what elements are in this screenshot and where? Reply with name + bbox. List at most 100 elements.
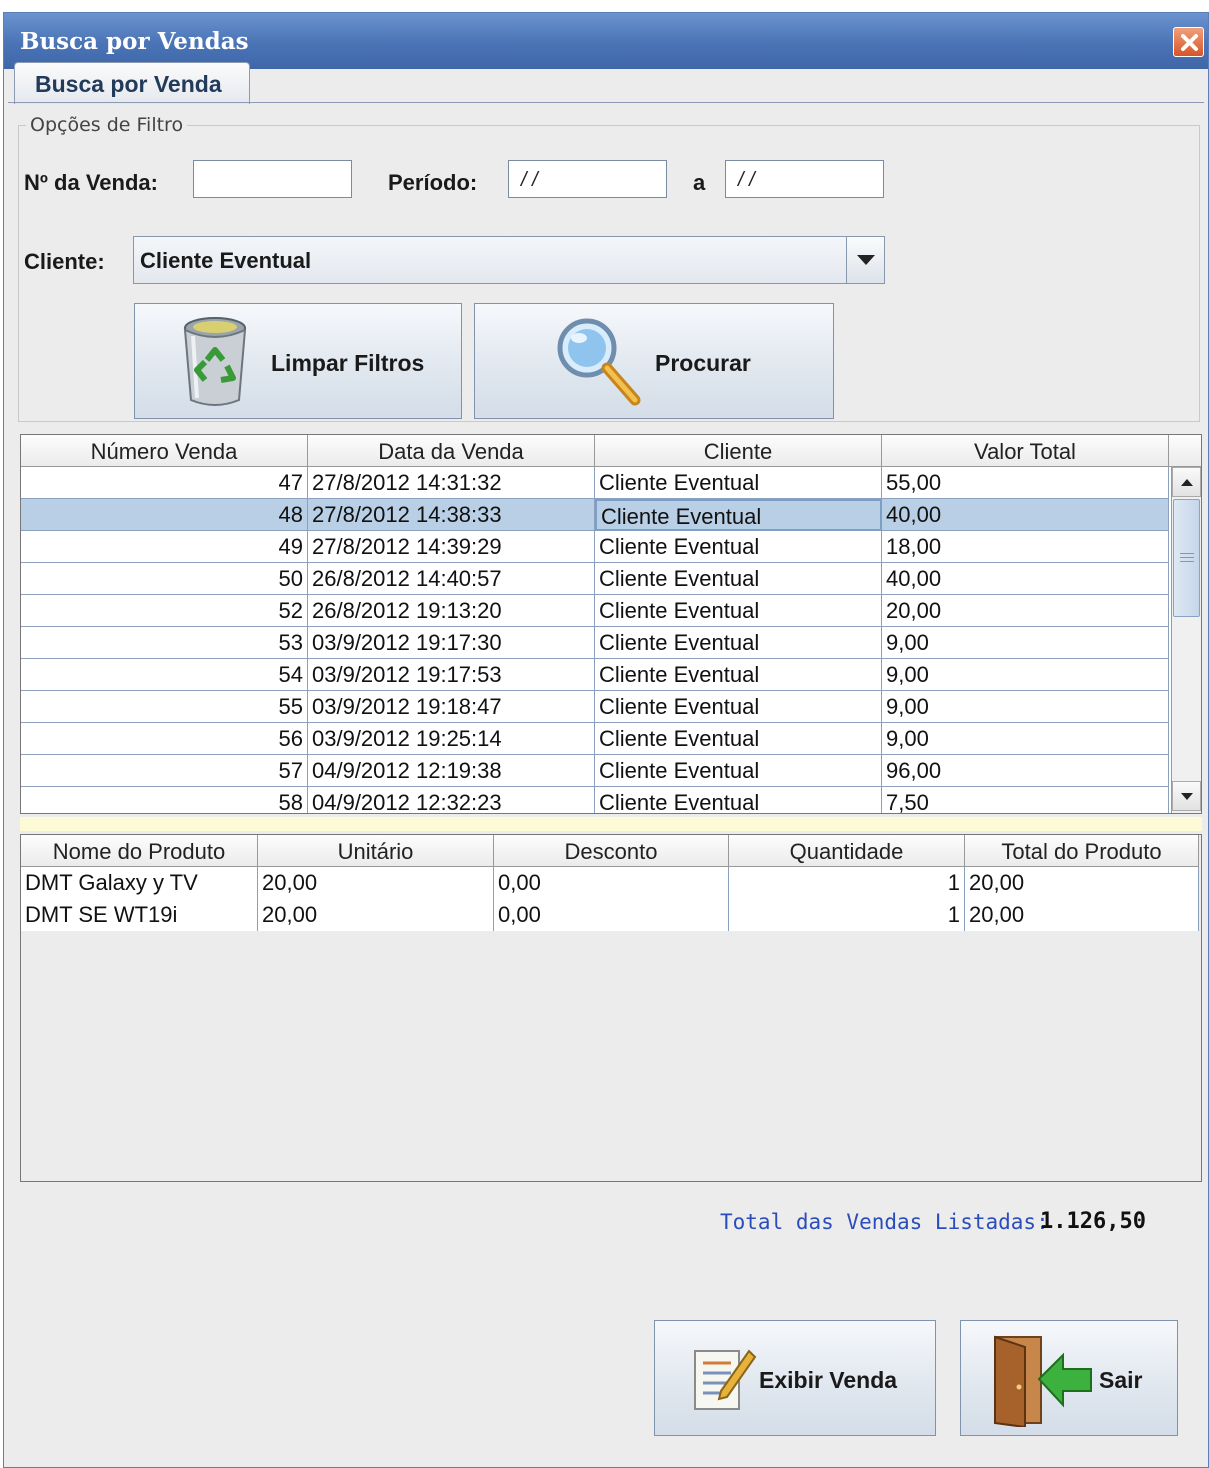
table-cell[interactable]: DMT SE WT19i [21,899,258,931]
table-row[interactable]: DMT SE WT19i 20,00 0,00 1 20,00 [21,899,1199,931]
table-cell[interactable]: Cliente Eventual [595,627,882,659]
exit-button[interactable]: Sair [960,1320,1178,1436]
column-header-total[interactable]: Total do Produto [965,835,1199,867]
table-cell[interactable]: 27/8/2012 14:39:29 [308,531,595,563]
table-cell[interactable]: 9,00 [882,627,1169,659]
table-row[interactable]: 58 04/9/2012 12:32:23 Cliente Eventual 7,50 [21,787,1169,813]
title-bar[interactable]: Busca por Vendas [4,13,1208,69]
table-cell[interactable]: 03/9/2012 19:17:53 [308,659,595,691]
table-cell[interactable]: 27/8/2012 14:38:33 [308,499,595,531]
cliente-dropdown-button[interactable] [846,237,884,283]
table-cell[interactable]: 55,00 [882,467,1169,499]
table-row[interactable]: 52 26/8/2012 19:13:20 Cliente Eventual 20,0… [21,595,1169,627]
numero-venda-label: Nº da Venda: [24,170,158,195]
search-button[interactable]: Procurar [474,303,834,419]
table-cell[interactable]: 96,00 [882,755,1169,787]
table-cell[interactable]: 49 [21,531,308,563]
column-header-data[interactable]: Data da Venda [308,435,595,467]
table-cell[interactable]: Cliente Eventual [595,691,882,723]
table-cell[interactable]: 26/8/2012 14:40:57 [308,563,595,595]
periodo-start-input[interactable]: / / [508,160,667,198]
table-cell[interactable]: Cliente Eventual [595,595,882,627]
table-cell[interactable]: 47 [21,467,308,499]
table-cell[interactable]: 20,00 [965,899,1199,931]
table-row[interactable]: DMT Galaxy y TV 20,00 0,00 1 20,00 [21,867,1199,899]
table-row[interactable]: 49 27/8/2012 14:39:29 Cliente Eventual 18,0… [21,531,1169,563]
column-header-valor[interactable]: Valor Total [882,435,1169,467]
products-table-header: Nome do Produto Unitário Desconto Quanti… [21,835,1199,867]
numero-venda-input[interactable] [193,160,352,198]
table-cell[interactable]: 20,00 [258,899,494,931]
table-cell[interactable]: 1 [729,899,965,931]
column-header-quantidade[interactable]: Quantidade [729,835,965,867]
table-cell[interactable]: 18,00 [882,531,1169,563]
table-cell[interactable]: Cliente Eventual [595,467,882,499]
periodo-end-input[interactable]: / / [725,160,884,198]
cliente-select[interactable]: Cliente Eventual [133,236,885,284]
table-cell[interactable]: 40,00 [882,499,1169,531]
scroll-down-button[interactable] [1172,781,1201,811]
column-header-desconto[interactable]: Desconto [494,835,729,867]
column-header-produto[interactable]: Nome do Produto [21,835,258,867]
table-cell[interactable]: 03/9/2012 19:17:30 [308,627,595,659]
split-divider[interactable] [20,817,1202,831]
column-header-numero[interactable]: Número Venda [21,435,308,467]
table-row[interactable]: 53 03/9/2012 19:17:30 Cliente Eventual 9,00 [21,627,1169,659]
table-cell[interactable]: 9,00 [882,691,1169,723]
table-row[interactable]: 48 27/8/2012 14:38:33 Cliente Eventual 40,0… [21,499,1169,531]
table-cell[interactable]: 53 [21,627,308,659]
table-cell[interactable]: 20,00 [965,867,1199,899]
table-row[interactable]: 56 03/9/2012 19:25:14 Cliente Eventual 9,00 [21,723,1169,755]
table-cell[interactable]: 04/9/2012 12:19:38 [308,755,595,787]
table-cell[interactable]: 9,00 [882,723,1169,755]
table-cell[interactable]: 0,00 [494,867,729,899]
table-cell[interactable]: 9,00 [882,659,1169,691]
table-cell[interactable]: 03/9/2012 19:25:14 [308,723,595,755]
column-header-unitario[interactable]: Unitário [258,835,494,867]
table-cell[interactable]: 57 [21,755,308,787]
scroll-up-button[interactable] [1172,467,1201,497]
dropdown-arrow-icon [857,255,875,265]
column-header-cliente[interactable]: Cliente [595,435,882,467]
table-cell[interactable]: 0,00 [494,899,729,931]
table-row[interactable]: 54 03/9/2012 19:17:53 Cliente Eventual 9,00 [21,659,1169,691]
table-cell[interactable]: 48 [21,499,308,531]
table-row[interactable]: 50 26/8/2012 14:40:57 Cliente Eventual 40,0… [21,563,1169,595]
table-cell[interactable]: 50 [21,563,308,595]
table-cell[interactable]: Cliente Eventual [595,755,882,787]
table-row[interactable]: 57 04/9/2012 12:19:38 Cliente Eventual 96,0… [21,755,1169,787]
table-cell[interactable]: Cliente Eventual [595,787,882,813]
tab-busca-por-venda[interactable]: Busca por Venda [14,62,250,104]
table-cell[interactable]: 58 [21,787,308,813]
table-cell[interactable]: Cliente Eventual [595,499,882,531]
table-cell[interactable]: 52 [21,595,308,627]
clear-filters-button[interactable]: Limpar Filtros [134,303,462,419]
table-cell[interactable]: 04/9/2012 12:32:23 [308,787,595,813]
table-cell[interactable]: 03/9/2012 19:18:47 [308,691,595,723]
table-cell[interactable]: Cliente Eventual [595,531,882,563]
table-cell[interactable]: 7,50 [882,787,1169,813]
close-button[interactable] [1173,27,1204,57]
sales-table[interactable]: Número Venda Data da Venda Cliente Valor… [20,434,1202,814]
scroll-thumb[interactable] [1173,499,1200,617]
view-sale-label: Exibir Venda [759,1367,898,1393]
view-sale-button[interactable]: Exibir Venda [654,1320,936,1436]
table-cell[interactable]: 55 [21,691,308,723]
table-cell[interactable]: 20,00 [882,595,1169,627]
sales-table-scrollbar[interactable] [1171,467,1201,813]
table-cell[interactable]: 26/8/2012 19:13:20 [308,595,595,627]
table-cell[interactable]: DMT Galaxy y TV [21,867,258,899]
table-cell[interactable]: Cliente Eventual [595,723,882,755]
table-row[interactable]: 55 03/9/2012 19:18:47 Cliente Eventual 9,00 [21,691,1169,723]
table-cell[interactable]: 20,00 [258,867,494,899]
table-cell[interactable]: 54 [21,659,308,691]
table-cell[interactable]: Cliente Eventual [595,563,882,595]
tab-divider [8,102,1204,103]
table-row[interactable]: 47 27/8/2012 14:31:32 Cliente Eventual 55,0… [21,467,1169,499]
table-cell[interactable]: 1 [729,867,965,899]
products-table[interactable]: Nome do Produto Unitário Desconto Quanti… [20,834,1202,1182]
table-cell[interactable]: Cliente Eventual [595,659,882,691]
table-cell[interactable]: 27/8/2012 14:31:32 [308,467,595,499]
table-cell[interactable]: 40,00 [882,563,1169,595]
table-cell[interactable]: 56 [21,723,308,755]
